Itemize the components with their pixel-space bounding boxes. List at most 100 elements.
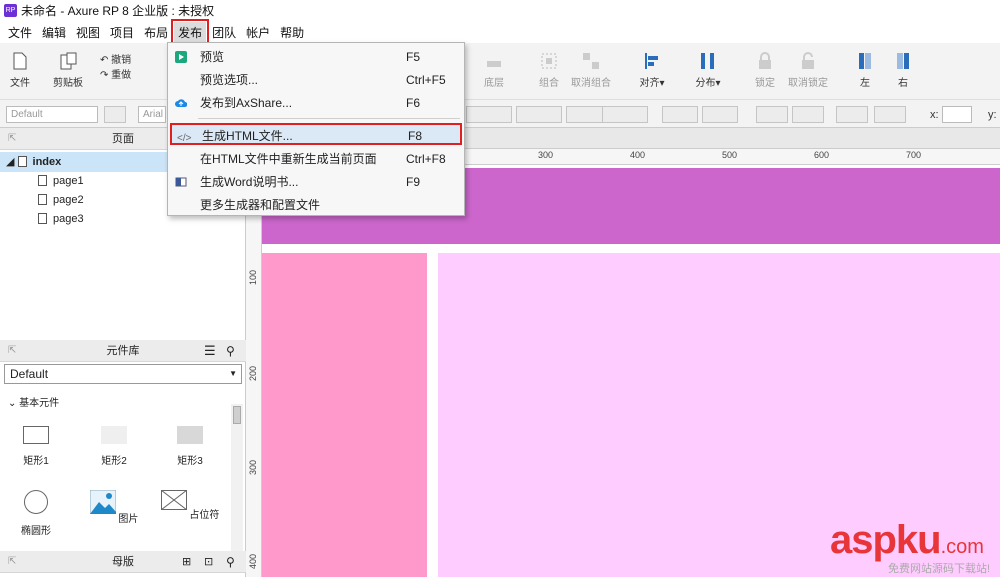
word-doc-icon (175, 177, 187, 187)
line-width-button[interactable] (792, 106, 824, 123)
rectangle-icon (101, 426, 127, 444)
distribute-icon (701, 53, 714, 69)
page-icon (38, 175, 47, 186)
style-select[interactable]: Default (6, 106, 98, 123)
pin-icon[interactable]: ⇱ (8, 340, 16, 362)
menu-account[interactable]: 帐户 (242, 22, 274, 43)
window-title: 未命名 - Axure RP 8 企业版 : 未授权 (21, 4, 215, 18)
menu-file[interactable]: 文件 (4, 22, 36, 43)
clipboard-icon (60, 52, 77, 70)
clipboard-button[interactable]: 剪贴板 (50, 51, 86, 89)
canvas-sidebar-box[interactable] (262, 253, 427, 577)
right-button[interactable]: 右 (890, 51, 916, 89)
bottom-layer-icon (487, 61, 501, 67)
menu-team[interactable]: 团队 (208, 22, 240, 43)
menu-edit[interactable]: 编辑 (38, 22, 70, 43)
menu-lines-icon[interactable]: ☰ (204, 340, 216, 362)
placeholder-icon (160, 489, 187, 511)
page-icon (17, 156, 27, 167)
widget-image[interactable]: 图片 (84, 489, 144, 525)
unlock-button[interactable]: 取消锁定 (786, 51, 830, 89)
widget-rectangle1[interactable]: 矩形1 (6, 426, 66, 467)
library-select[interactable]: Default ▼ (4, 364, 242, 384)
main-toolbar: 文件 剪贴板 ↶ 撤销 ↷ 重做 底层 组合 取消组合 对齐▾ 分布▾ 锁定 取… (0, 43, 1000, 100)
watermark-tagline: 免费网站源码下载站! (888, 563, 991, 575)
menu-project[interactable]: 项目 (106, 22, 138, 43)
menu-item-generate-html[interactable]: </> 生成HTML文件... F8 (170, 123, 462, 145)
format-bar: Default Arial x: y: (0, 100, 1000, 128)
code-icon: </> (177, 133, 192, 144)
image-icon (89, 489, 117, 515)
title-bar: RP 未命名 - Axure RP 8 企业版 : 未授权 (0, 0, 1000, 21)
lock-icon (759, 52, 771, 69)
pin-icon[interactable]: ⇱ (8, 128, 16, 150)
line-color-button[interactable] (756, 106, 788, 123)
play-icon (175, 51, 187, 63)
redo-icon: ↷ (100, 70, 112, 81)
align-text-center-buttons[interactable] (516, 106, 562, 123)
menu-help[interactable]: 帮助 (276, 22, 308, 43)
font-select[interactable]: Arial (138, 106, 166, 123)
menu-item-preview-options[interactable]: 预览选项... Ctrl+F5 (168, 69, 464, 91)
ungroup-button[interactable]: 取消组合 (568, 51, 614, 89)
add-folder-icon[interactable]: ⊡ (204, 551, 213, 573)
unlock-icon (802, 52, 814, 69)
menu-item-generate-word[interactable]: 生成Word说明书... F9 (168, 171, 464, 193)
align-left-icon (645, 53, 658, 69)
line-style-button[interactable] (836, 106, 868, 123)
file-button[interactable]: 文件 (6, 51, 34, 89)
page-icon (38, 194, 47, 205)
align-button[interactable]: 对齐▾ (634, 51, 670, 89)
dropdown-arrow-icon: ▼ (229, 369, 237, 378)
undo-button[interactable]: ↶ 撤销 (100, 51, 140, 66)
rectangle-icon (23, 426, 49, 444)
cloud-upload-icon (175, 99, 187, 107)
axure-logo-icon: RP (4, 4, 17, 17)
menu-item-preview[interactable]: 预览 F5 (168, 46, 464, 68)
menu-item-more-generators[interactable]: 更多生成器和配置文件 (168, 194, 464, 216)
format-painter-button[interactable] (104, 106, 126, 123)
menu-view[interactable]: 视图 (72, 22, 104, 43)
menu-item-regenerate-page[interactable]: 在HTML文件中重新生成当前页面 Ctrl+F8 (168, 148, 464, 170)
watermark-brand: aspku (830, 518, 942, 562)
left-button[interactable]: 左 (852, 51, 878, 89)
shadow-button[interactable] (702, 106, 738, 123)
search-icon[interactable]: ⚲ (226, 551, 235, 573)
align-left-bar-icon (859, 53, 871, 69)
widget-placeholder[interactable]: 占位符 (160, 489, 220, 521)
fill-color-button[interactable] (662, 106, 698, 123)
ruler-left: 100 200 300 400 (246, 165, 262, 577)
arrow-style-button[interactable] (874, 106, 906, 123)
menu-layout[interactable]: 布局 (140, 22, 172, 43)
search-icon[interactable]: ⚲ (226, 340, 235, 362)
x-label: x: (930, 109, 939, 121)
add-master-icon[interactable]: ⊞ (182, 551, 191, 573)
bottom-layer-button[interactable]: 底层 (478, 51, 510, 89)
widget-ellipse[interactable]: 椭圆形 (6, 490, 66, 537)
widget-rectangle2[interactable]: 矩形2 (84, 426, 144, 467)
widget-rectangle3[interactable]: 矩形3 (160, 426, 220, 467)
menu-publish[interactable]: 发布 (171, 18, 210, 46)
x-input[interactable] (942, 106, 972, 123)
align-right-bar-icon (897, 53, 909, 69)
redo-button[interactable]: ↷ 重做 (100, 66, 140, 81)
publish-dropdown-menu: 预览 F5 预览选项... Ctrl+F5 发布到AxShare... F6 <… (167, 42, 465, 216)
pin-icon[interactable]: ⇱ (8, 551, 16, 573)
library-panel-header: ⇱ 元件库 ☰ ⚲ (0, 340, 246, 362)
valign-buttons[interactable] (602, 106, 648, 123)
rectangle-icon (177, 426, 203, 444)
scrollbar-thumb[interactable] (233, 406, 241, 424)
group-button[interactable]: 组合 (535, 51, 563, 89)
menu-bar: 文件 编辑 视图 项目 布局 发布 团队 帐户 帮助 (0, 18, 1000, 46)
distribute-button[interactable]: 分布▾ (690, 51, 726, 89)
lock-button[interactable]: 锁定 (752, 51, 778, 89)
menu-separator (198, 118, 460, 119)
y-label: y: (988, 109, 997, 121)
chevron-down-icon: ⌄ (8, 398, 20, 409)
expand-arrow-icon[interactable]: ◢ (6, 156, 18, 168)
align-text-buttons[interactable] (466, 106, 512, 123)
library-scrollbar[interactable] (231, 404, 243, 554)
menu-item-publish-axshare[interactable]: 发布到AxShare... F6 (168, 92, 464, 114)
watermark-tld: .com (940, 536, 984, 558)
library-section-header[interactable]: ⌄ 基本元件 (8, 394, 59, 409)
